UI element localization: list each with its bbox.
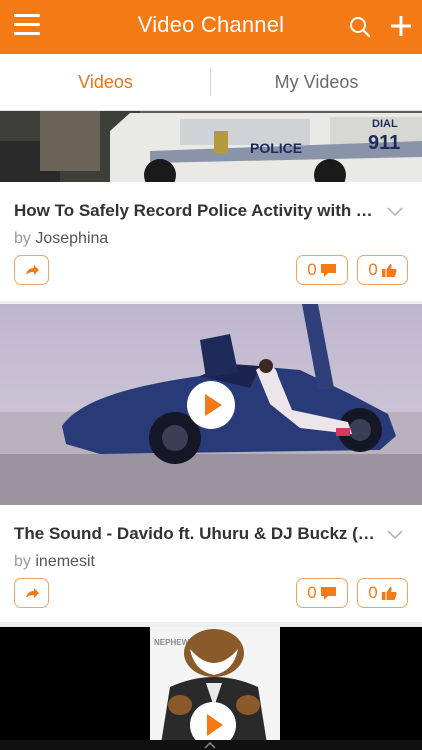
comment-count: 0: [307, 583, 317, 602]
by-label: by: [14, 553, 31, 570]
video-thumbnail[interactable]: POLICE DIAL 911: [0, 111, 422, 182]
tab-bar: Videos My Videos: [0, 54, 422, 163]
comments-button[interactable]: 0: [296, 255, 348, 285]
video-thumbnail[interactable]: NEPHEW: [0, 627, 422, 750]
video-author[interactable]: inemesit: [35, 553, 95, 570]
tab-videos[interactable]: Videos: [0, 54, 211, 110]
police-car-thumbnail: POLICE DIAL 911: [0, 111, 422, 182]
comment-icon: [320, 586, 336, 600]
play-icon[interactable]: [186, 380, 236, 430]
video-card[interactable]: NEPHEW: [0, 627, 422, 750]
like-count: 0: [368, 583, 378, 602]
like-button[interactable]: 0: [357, 578, 408, 608]
thumbs-up-icon: [381, 586, 397, 600]
plus-icon[interactable]: [390, 15, 412, 37]
comments-button[interactable]: 0: [296, 578, 348, 608]
thumb-text-dial: DIAL: [372, 118, 398, 130]
search-icon[interactable]: [349, 16, 371, 38]
like-button[interactable]: 0: [357, 255, 408, 285]
share-arrow-icon: [25, 588, 39, 598]
video-card[interactable]: POLICE DIAL 911 How To Safely Record Pol…: [0, 111, 422, 301]
video-thumbnail[interactable]: [0, 304, 422, 505]
thumb-text-911: 911: [368, 132, 400, 154]
by-label: by: [14, 230, 31, 247]
share-button[interactable]: [14, 255, 49, 285]
share-button[interactable]: [14, 578, 49, 608]
video-title[interactable]: How To Safely Record Police Activity wit…: [14, 201, 378, 221]
chevron-down-icon[interactable]: [386, 529, 404, 541]
chevron-down-icon[interactable]: [386, 206, 404, 218]
video-byline: by inemesit: [14, 553, 95, 571]
video-byline: by Josephina: [14, 230, 108, 248]
thumb-text-nephew: NEPHEW: [154, 638, 190, 647]
share-arrow-icon: [25, 265, 39, 275]
thumbs-up-icon: [381, 263, 397, 277]
thumb-text-police: POLICE: [250, 140, 302, 156]
like-count: 0: [368, 260, 378, 279]
comment-count: 0: [307, 260, 317, 279]
video-title[interactable]: The Sound - Davido ft. Uhuru & DJ Buckz …: [14, 524, 378, 544]
comment-icon: [320, 263, 336, 277]
video-card[interactable]: The Sound - Davido ft. Uhuru & DJ Buckz …: [0, 304, 422, 622]
tab-my-videos[interactable]: My Videos: [211, 54, 422, 110]
chevron-up-icon[interactable]: [204, 742, 216, 749]
app-bar: Video Channel: [0, 0, 422, 54]
video-author[interactable]: Josephina: [35, 230, 108, 247]
